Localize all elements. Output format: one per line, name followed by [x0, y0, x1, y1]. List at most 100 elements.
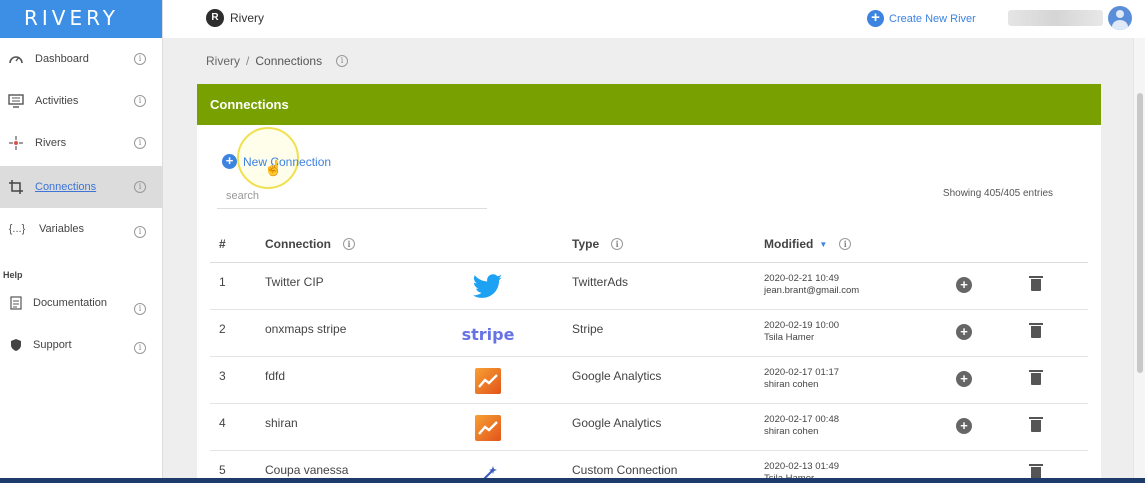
google-analytics-tile	[475, 368, 501, 394]
column-header-modified[interactable]: Modified ▼ i	[764, 237, 852, 251]
connection-name[interactable]: fdfd	[265, 369, 285, 383]
help-heading: Help	[3, 270, 23, 280]
sidebar-item-connections[interactable]: Connections i	[0, 166, 163, 208]
info-icon[interactable]: i	[134, 226, 146, 238]
modified-user: jean.brant@gmail.com	[764, 285, 860, 296]
trash-icon[interactable]	[1029, 370, 1043, 386]
info-icon[interactable]: i	[134, 53, 146, 65]
modified-date: 2020-02-13 01:49	[764, 461, 840, 472]
sidebar-item-variables[interactable]: {...} Variables i	[0, 208, 163, 250]
breadcrumb-current: Connections	[255, 54, 323, 68]
column-header-type[interactable]: Type i	[572, 237, 624, 251]
trash-icon[interactable]	[1029, 417, 1043, 433]
hand-cursor-icon: ☝	[264, 160, 283, 177]
add-circle-icon[interactable]: +	[956, 418, 972, 434]
column-label: Connection	[265, 237, 331, 251]
table-row[interactable]: 2 onxmaps stripe stripe Stripe 2020-02-1…	[210, 310, 1088, 357]
crop-icon	[7, 178, 25, 196]
rivery-logo[interactable]: RIVERY	[0, 0, 162, 38]
info-icon[interactable]: i	[839, 238, 852, 250]
breadcrumb-root[interactable]: Rivery	[206, 54, 240, 68]
table-row[interactable]: 4 shiran Google Analytics 2020-02-17 00:…	[210, 404, 1088, 451]
info-icon[interactable]: i	[134, 303, 146, 315]
plus-circle-icon: +	[222, 154, 237, 169]
connection-name[interactable]: Coupa vanessa	[265, 463, 348, 477]
trash-icon[interactable]	[1029, 276, 1043, 292]
connection-name[interactable]: Twitter CIP	[265, 275, 324, 289]
connections-card: Connections + New Connection ☝ Showing 4…	[197, 84, 1101, 483]
sidebar-item-label: Dashboard	[35, 53, 89, 65]
google-analytics-icon	[468, 366, 508, 396]
twitter-icon	[468, 272, 508, 302]
sort-down-icon[interactable]: ▼	[819, 240, 827, 249]
sidebar-item-dashboard[interactable]: Dashboard i	[0, 38, 163, 80]
new-connection-label: New Connection	[243, 154, 332, 169]
scrollbar[interactable]	[1133, 38, 1145, 483]
google-analytics-icon	[468, 413, 508, 443]
info-icon[interactable]: i	[336, 55, 349, 67]
table-row[interactable]: 3 fdfd Google Analytics 2020-02-17 01:17…	[210, 357, 1088, 404]
info-icon[interactable]: i	[611, 238, 624, 250]
stripe-logo-icon: stripe	[462, 319, 515, 349]
column-label: Modified	[764, 237, 814, 251]
sidebar-item-rivers[interactable]: Rivers i	[0, 122, 163, 164]
sidebar-item-label: Connections	[35, 181, 97, 193]
connection-type: Stripe	[572, 322, 604, 336]
sidebar-item-support[interactable]: Support i	[0, 324, 163, 366]
document-icon	[7, 294, 25, 312]
workspace-name[interactable]: Rivery	[230, 11, 264, 25]
info-icon[interactable]: i	[134, 137, 146, 149]
connection-type: Google Analytics	[572, 416, 662, 430]
row-number: 3	[219, 369, 226, 383]
create-river-button[interactable]: + Create New River	[867, 10, 976, 27]
sidebar-item-label: Support	[33, 339, 72, 351]
add-circle-icon[interactable]: +	[956, 371, 972, 387]
speedometer-icon	[7, 50, 25, 68]
sidebar-item-activities[interactable]: Activities i	[0, 80, 163, 122]
info-icon[interactable]: i	[134, 95, 146, 107]
table-header: # Connection i Type i Modified ▼ i	[210, 224, 1088, 263]
search-input[interactable]	[217, 183, 487, 209]
workspace-badge[interactable]: R	[206, 9, 224, 27]
card-title: Connections	[197, 84, 1101, 125]
add-circle-icon[interactable]: +	[956, 277, 972, 293]
info-icon[interactable]: i	[343, 238, 355, 250]
modified-info: 2020-02-21 10:49 jean.brant@gmail.com	[764, 273, 859, 297]
connection-type: Custom Connection	[572, 463, 678, 477]
row-number: 1	[219, 275, 226, 289]
info-icon[interactable]: i	[134, 181, 146, 193]
connection-type: Google Analytics	[572, 369, 662, 383]
avatar[interactable]	[1108, 6, 1132, 30]
google-analytics-tile	[475, 415, 501, 441]
modified-date: 2020-02-19 10:00	[764, 320, 840, 331]
sidebar-item-label: Variables	[39, 223, 85, 235]
connection-name[interactable]: shiran	[265, 416, 298, 430]
table-row[interactable]: 1 Twitter CIP TwitterAds 2020-02-21 10:4…	[210, 263, 1088, 310]
sidebar-item-label: Activities	[35, 95, 79, 107]
trash-icon[interactable]	[1029, 323, 1043, 339]
connection-type: TwitterAds	[572, 275, 629, 289]
modified-user: Tsila Hamer	[764, 332, 815, 343]
modified-user: shiran cohen	[764, 379, 819, 390]
topbar: R Rivery + Create New River	[163, 0, 1145, 38]
info-icon[interactable]: i	[134, 342, 146, 354]
column-label: Type	[572, 237, 600, 251]
column-header-connection[interactable]: Connection i	[265, 237, 355, 251]
row-number: 2	[219, 322, 226, 336]
scrollbar-thumb[interactable]	[1137, 93, 1143, 373]
modified-info: 2020-02-17 01:17 shiran cohen	[764, 367, 839, 391]
row-number: 4	[219, 416, 226, 430]
column-label: #	[219, 237, 226, 251]
modified-user: shiran cohen	[764, 426, 819, 437]
user-name-blurred[interactable]	[1008, 10, 1103, 26]
taskbar-strip	[0, 478, 1145, 483]
stripe-logo-text: stripe	[461, 324, 515, 344]
connection-name[interactable]: onxmaps stripe	[265, 322, 346, 336]
braces-icon: {...}	[8, 223, 26, 235]
monitor-icon	[7, 92, 25, 110]
shield-icon	[7, 336, 25, 354]
sidebar-item-label: Documentation	[33, 297, 107, 309]
sidebar-item-label: Rivers	[35, 137, 67, 149]
add-circle-icon[interactable]: +	[956, 324, 972, 340]
sidebar-item-documentation[interactable]: Documentation i	[0, 282, 163, 324]
